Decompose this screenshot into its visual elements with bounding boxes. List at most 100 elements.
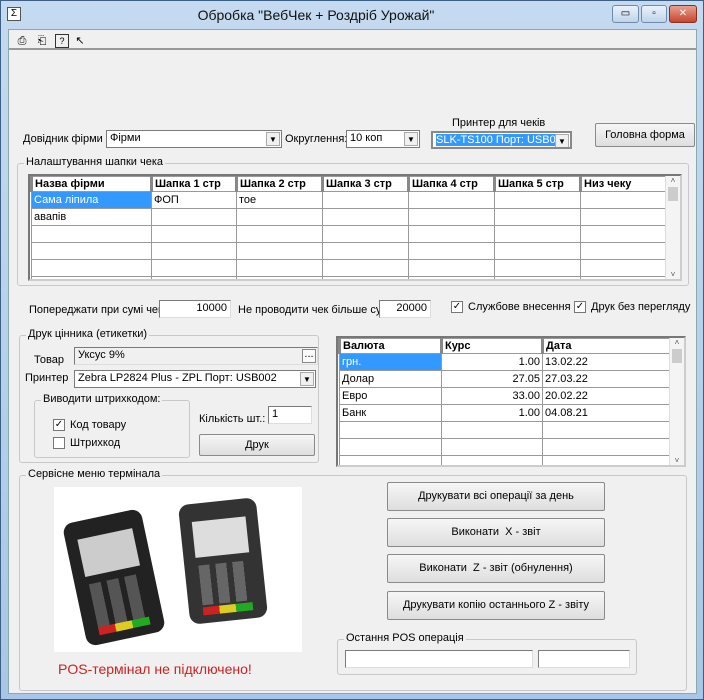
column-header[interactable]: Дата	[541, 338, 673, 354]
table-cell[interactable]	[151, 242, 237, 260]
help-icon[interactable]: ?	[55, 34, 69, 48]
table-cell[interactable]	[408, 242, 495, 260]
table-row[interactable]: грн. 1.00 13.02.22	[339, 353, 673, 371]
z-report-button[interactable]: Виконати Z - звіт (обнулення)	[387, 554, 605, 583]
receipt-printer-combo[interactable]: SLK-TS100 Порт: USB004 ▼	[431, 131, 572, 149]
table-row[interactable]: Сама ліпила ФОП тое	[31, 191, 669, 209]
table-row[interactable]	[339, 455, 673, 465]
table-cell[interactable]: Долар	[339, 370, 442, 388]
table-cell[interactable]: Евро	[339, 387, 442, 405]
main-form-button[interactable]: Головна форма	[595, 123, 695, 147]
table-row[interactable]	[31, 276, 669, 279]
table-cell[interactable]: Сама ліпила	[31, 191, 152, 209]
table-cell[interactable]	[339, 421, 442, 439]
column-header[interactable]: Низ чеку	[579, 176, 669, 192]
save-settings-icon[interactable]: ⎙	[15, 34, 29, 48]
chevron-down-icon[interactable]: ▼	[404, 132, 418, 146]
table-cell[interactable]	[408, 259, 495, 277]
table-cell[interactable]	[441, 455, 543, 465]
table-cell[interactable]: 20.02.22	[542, 387, 673, 405]
table-cell[interactable]	[322, 191, 409, 209]
table-cell[interactable]: 33.00	[441, 387, 543, 405]
chevron-down-icon[interactable]: ▼	[266, 132, 280, 146]
table-row[interactable]: Банк 1.00 04.08.21	[339, 404, 673, 422]
print-all-operations-button[interactable]: Друкувати всі операції за день	[387, 482, 605, 511]
table-cell[interactable]	[580, 225, 669, 243]
table-cell[interactable]: Банк	[339, 404, 442, 422]
table-cell[interactable]	[151, 225, 237, 243]
table-cell[interactable]	[339, 455, 442, 465]
browse-button[interactable]: ...	[302, 349, 316, 363]
table-cell[interactable]: ФОП	[151, 191, 237, 209]
table-cell[interactable]	[580, 208, 669, 226]
column-header[interactable]: Шапка 4 стр	[407, 176, 495, 192]
table-cell[interactable]	[494, 242, 581, 260]
service-deposit-checkbox[interactable]: ✓ Службове внесення	[451, 301, 571, 314]
table-cell[interactable]	[322, 225, 409, 243]
currency-grid-scrollbar[interactable]: ˄ ˅	[669, 338, 684, 465]
table-cell[interactable]	[151, 208, 237, 226]
checkbox-checked-icon[interactable]: ✓	[53, 419, 65, 432]
table-cell[interactable]	[580, 276, 669, 279]
table-cell[interactable]	[580, 259, 669, 277]
context-help-icon[interactable]: ↖	[73, 34, 87, 48]
chevron-down-icon[interactable]: ▼	[300, 372, 314, 386]
barcode-checkbox[interactable]: Штрихкод	[53, 437, 120, 450]
column-header[interactable]: Валюта	[338, 338, 442, 354]
table-cell[interactable]	[494, 259, 581, 277]
table-cell[interactable]: 1.00	[441, 404, 543, 422]
table-cell[interactable]	[31, 242, 152, 260]
print-label-button[interactable]: Друк	[199, 434, 315, 456]
table-cell[interactable]	[236, 208, 323, 226]
table-cell[interactable]	[408, 208, 495, 226]
table-cell[interactable]	[236, 225, 323, 243]
table-row[interactable]	[339, 438, 673, 456]
column-header[interactable]: Шапка 1 стр	[150, 176, 237, 192]
table-cell[interactable]: авапів	[31, 208, 152, 226]
header-grid-scrollbar[interactable]: ˄ ˅	[665, 176, 680, 279]
table-cell[interactable]	[542, 438, 673, 456]
table-cell[interactable]	[31, 276, 152, 279]
table-cell[interactable]	[339, 438, 442, 456]
column-header[interactable]: Шапка 5 стр	[493, 176, 581, 192]
table-cell[interactable]	[494, 191, 581, 209]
table-cell[interactable]	[322, 259, 409, 277]
print-last-z-copy-button[interactable]: Друкувати копію останнього Z - звіту	[387, 591, 605, 620]
table-cell[interactable]: грн.	[339, 353, 442, 371]
table-cell[interactable]: 1.00	[441, 353, 543, 371]
table-cell[interactable]: 27.05	[441, 370, 543, 388]
table-cell[interactable]: тое	[236, 191, 323, 209]
max-sum-input[interactable]: 20000	[379, 300, 431, 318]
table-cell[interactable]	[151, 259, 237, 277]
table-cell[interactable]	[494, 208, 581, 226]
table-cell[interactable]	[236, 259, 323, 277]
table-cell[interactable]: 27.03.22	[542, 370, 673, 388]
table-cell[interactable]	[322, 242, 409, 260]
x-report-button[interactable]: Виконати X - звіт	[387, 518, 605, 547]
rounding-combo[interactable]: 10 коп ▼	[346, 130, 420, 148]
table-cell[interactable]	[494, 225, 581, 243]
table-cell[interactable]	[236, 242, 323, 260]
close-button[interactable]: ✕	[669, 5, 697, 23]
column-header[interactable]: Курс	[440, 338, 543, 354]
quantity-input[interactable]: 1	[268, 406, 312, 424]
checkbox-unchecked-icon[interactable]	[53, 437, 65, 450]
warn-sum-input[interactable]: 10000	[159, 300, 231, 318]
print-without-preview-checkbox[interactable]: ✓ Друк без перегляду	[574, 301, 690, 314]
firm-combo[interactable]: Фірми ▼	[106, 130, 282, 148]
table-cell[interactable]	[580, 242, 669, 260]
receipt-header-grid[interactable]: Назва фірми Шапка 1 стр Шапка 2 стр Шапка 3…	[28, 174, 682, 281]
table-cell[interactable]	[322, 208, 409, 226]
currency-grid[interactable]: Валюта Курс Дата грн. 1.00 13.02.22 Долар 27.05…	[336, 336, 686, 467]
table-cell[interactable]	[408, 225, 495, 243]
last-pos-operation-field-1[interactable]	[345, 650, 533, 668]
table-cell[interactable]: 13.02.22	[542, 353, 673, 371]
column-header[interactable]: Шапка 2 стр	[235, 176, 323, 192]
label-printer-combo[interactable]: Zebra LP2824 Plus - ZPL Порт: USB002 ▼	[74, 370, 316, 388]
table-cell[interactable]	[494, 276, 581, 279]
table-row[interactable]	[31, 259, 669, 277]
table-cell[interactable]	[542, 421, 673, 439]
last-pos-operation-field-2[interactable]	[538, 650, 630, 668]
table-cell[interactable]	[236, 276, 323, 279]
chevron-down-icon[interactable]: ▼	[555, 134, 569, 147]
